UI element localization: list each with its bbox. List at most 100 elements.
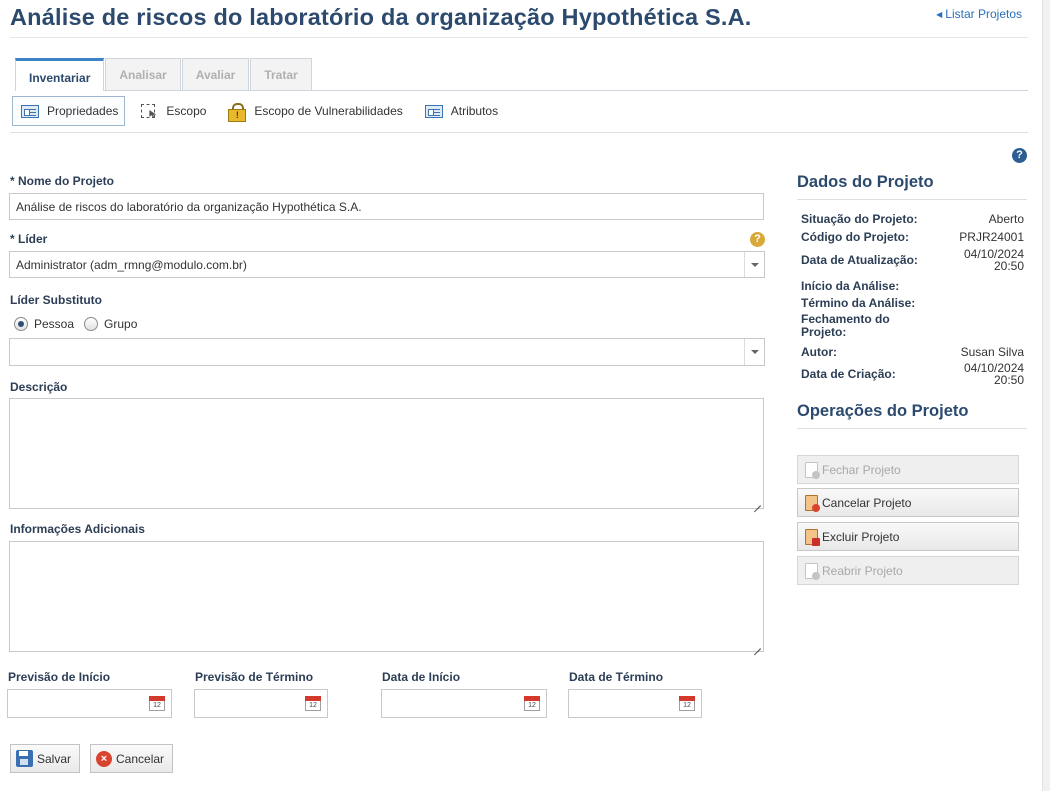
operations-title: Operações do Projeto [797, 402, 969, 420]
leader-help-icon[interactable]: ? [750, 232, 765, 247]
substitute-type-radio-group: Pessoa Grupo [14, 317, 137, 331]
info-row-created: Data de Criação: 04/10/2024 20:50 [801, 362, 1024, 386]
title-divider [10, 37, 1028, 38]
close-document-icon [805, 461, 820, 479]
planned-end-date-field[interactable] [194, 689, 328, 718]
additional-info-label: Informações Adicionais [10, 522, 145, 536]
start-date-label: Data de Início [382, 670, 461, 684]
save-button[interactable]: Salvar [10, 744, 81, 773]
calendar-icon[interactable] [149, 696, 165, 711]
radio-group-label: Grupo [104, 317, 138, 331]
author-label: Autor: [801, 345, 837, 359]
workflow-tabs: Inventariar Analisar Avaliar Tratar [15, 58, 313, 91]
tab-tratar[interactable]: Tratar [250, 58, 312, 90]
info-row-author: Autor: Susan Silva [801, 345, 1024, 359]
page-scrollbar[interactable] [1042, 0, 1050, 791]
info-row-analysis-end: Término da Análise: [801, 296, 1024, 310]
status-label: Situação do Projeto: [801, 212, 918, 226]
project-code-label: Código do Projeto: [801, 230, 909, 244]
cancel-icon: × [96, 750, 112, 767]
close-project-button[interactable]: Fechar Projeto [797, 455, 1019, 484]
chevron-down-icon[interactable] [744, 252, 764, 277]
created-date-label: Data de Criação: [801, 367, 896, 381]
additional-info-textarea[interactable] [9, 541, 764, 652]
radio-person[interactable] [14, 317, 28, 331]
delete-project-label: Excluir Projeto [822, 529, 900, 544]
reopen-project-button[interactable]: Reabrir Projeto [797, 556, 1019, 585]
created-date-value: 04/10/2024 20:50 [964, 361, 1025, 387]
calendar-icon[interactable] [679, 696, 695, 711]
closing-label: Fechamento do Projeto: [801, 312, 890, 339]
status-value: Aberto [988, 212, 1024, 226]
tab-avaliar[interactable]: Avaliar [181, 58, 250, 90]
cancel-button-label: Cancelar [116, 751, 165, 766]
radio-person-label: Pessoa [34, 317, 75, 331]
subnav-scope-label: Escopo [166, 104, 207, 118]
info-row-status: Situação do Projeto: Aberto [801, 212, 1024, 226]
project-data-title: Dados do Projeto [797, 173, 934, 191]
form-icon [424, 104, 443, 118]
reopen-document-icon [805, 562, 820, 580]
resize-grip-icon[interactable] [752, 640, 761, 649]
leader-select[interactable]: Administrator (adm_rmng@modulo.com.br) [9, 251, 765, 278]
radio-group[interactable] [84, 317, 99, 331]
subnav-vulnerability-scope-label: Escopo de Vulnerabilidades [254, 104, 403, 118]
updated-date-value: 04/10/2024 20:50 [964, 247, 1025, 273]
info-row-analysis-start: Início da Análise: [801, 279, 1024, 293]
calendar-icon[interactable] [305, 696, 321, 711]
calendar-icon[interactable] [524, 696, 540, 711]
delete-project-button[interactable]: Excluir Projeto [797, 522, 1019, 551]
resize-grip-icon[interactable] [752, 497, 761, 506]
info-row-closing: Fechamento do Projeto: [801, 313, 1024, 339]
author-value: Susan Silva [960, 345, 1024, 359]
cancel-project-button[interactable]: Cancelar Projeto [797, 488, 1019, 517]
cancel-button[interactable]: × Cancelar [90, 744, 174, 773]
caret-left-icon: ◀ [936, 9, 943, 19]
list-projects-link[interactable]: ◀ Listar Projetos [936, 7, 1022, 21]
subnav-attributes-label: Atributos [450, 104, 499, 118]
planned-start-label: Previsão de Início [8, 670, 111, 684]
start-date-field[interactable] [381, 689, 547, 718]
sub-navigation: Propriedades Escopo Escopo de Vulnerabil… [12, 96, 511, 126]
project-name-label: * Nome do Projeto [10, 174, 115, 188]
description-textarea[interactable] [9, 398, 764, 509]
substitute-leader-select[interactable] [9, 338, 765, 366]
reopen-project-label: Reabrir Projeto [822, 563, 903, 578]
analysis-end-label: Término da Análise: [801, 296, 916, 310]
form-icon [21, 104, 39, 118]
close-project-label: Fechar Projeto [822, 462, 901, 477]
project-name-field[interactable]: Análise de riscos do laboratório da orga… [9, 193, 764, 220]
save-button-label: Salvar [37, 751, 72, 766]
subnav-scope[interactable]: Escopo [131, 96, 213, 126]
project-data-divider [797, 199, 1027, 200]
leader-label: * Líder [10, 232, 48, 246]
planned-start-date-field[interactable] [7, 689, 172, 718]
end-date-label: Data de Término [569, 670, 664, 684]
save-icon [16, 750, 33, 767]
chevron-down-icon[interactable] [744, 339, 764, 365]
tab-inventariar[interactable]: Inventariar [15, 58, 105, 91]
info-row-code: Código do Projeto: PRJR24001 [801, 230, 1024, 244]
vulnerability-lock-icon [228, 102, 247, 122]
leader-select-value: Administrator (adm_rmng@modulo.com.br) [16, 257, 247, 272]
analysis-start-label: Início da Análise: [801, 279, 900, 293]
end-date-field[interactable] [568, 689, 702, 718]
subnav-properties[interactable]: Propriedades [12, 96, 126, 126]
tab-analisar[interactable]: Analisar [105, 58, 181, 90]
updated-date-label: Data de Atualização: [801, 253, 918, 267]
tabs-divider [15, 90, 1028, 91]
info-row-updated: Data de Atualização: 04/10/2024 20:50 [801, 248, 1024, 272]
cancel-document-icon [805, 494, 820, 512]
subnav-properties-label: Propriedades [47, 104, 119, 118]
delete-document-icon [805, 528, 820, 546]
help-icon[interactable]: ? [1012, 148, 1027, 163]
planned-end-label: Previsão de Término [195, 670, 314, 684]
list-projects-label: Listar Projetos [945, 7, 1022, 21]
project-code-value: PRJR24001 [959, 230, 1024, 244]
subnav-vulnerability-scope[interactable]: Escopo de Vulnerabilidades [219, 96, 409, 126]
description-label: Descrição [10, 380, 68, 394]
subnav-attributes[interactable]: Atributos [416, 96, 505, 126]
operations-divider [797, 428, 1027, 429]
cancel-project-label: Cancelar Projeto [822, 495, 912, 510]
substitute-leader-label: Líder Substituto [10, 293, 102, 307]
